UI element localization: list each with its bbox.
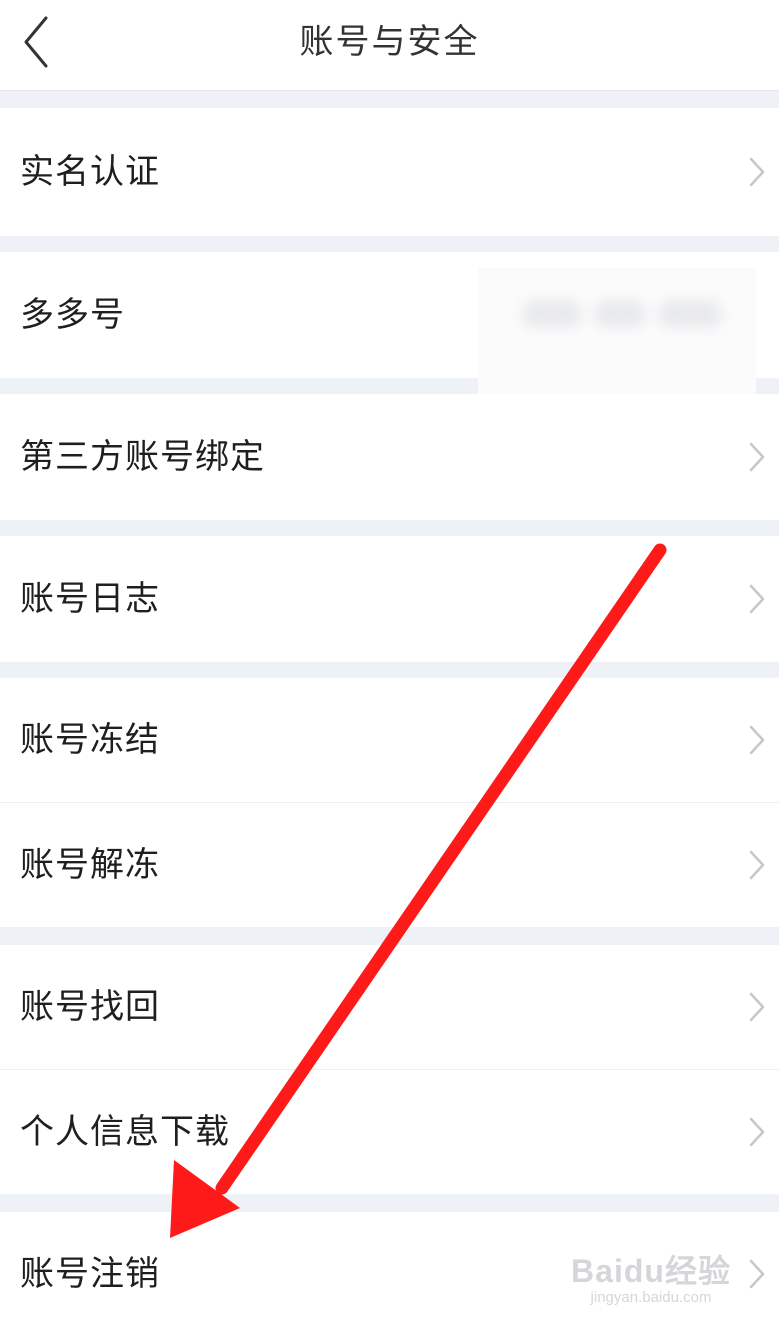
menu-item-real-name[interactable]: 实名认证 [0,108,779,236]
chevron-right-icon [749,1259,765,1289]
menu-item-third-party-binding[interactable]: 第三方账号绑定 [0,394,779,520]
menu-item-account-recovery[interactable]: 账号找回 [0,945,779,1069]
menu-item-label: 账号冻结 [20,720,160,760]
nav-header: 账号与安全 [0,0,779,91]
chevron-right-icon [749,725,765,755]
watermark-url: jingyan.baidu.com [590,1289,712,1306]
menu-item-label: 多多号 [20,295,125,335]
menu-item-label: 第三方账号绑定 [20,437,265,477]
page-title: 账号与安全 [299,22,480,62]
duoduo-id-value-blurred [478,268,756,414]
chevron-right-icon [749,584,765,614]
chevron-right-icon [749,850,765,880]
menu-item-account-log[interactable]: 账号日志 [0,536,779,662]
chevron-right-icon [749,442,765,472]
menu-item-account-unfreeze[interactable]: 账号解冻 [0,803,779,927]
watermark-brand: Baidu经验 [571,1253,731,1289]
baidu-watermark: Baidu经验 jingyan.baidu.com [571,1254,731,1308]
chevron-right-icon [749,157,765,187]
menu-item-label: 实名认证 [20,152,160,192]
menu-item-label: 个人信息下载 [20,1112,230,1152]
menu-item-personal-info-download[interactable]: 个人信息下载 [0,1070,779,1194]
menu-item-account-freeze[interactable]: 账号冻结 [0,678,779,802]
chevron-right-icon [749,992,765,1022]
menu-item-label: 账号注销 [20,1254,160,1294]
chevron-right-icon [749,1117,765,1147]
menu-item-label: 账号解冻 [20,845,160,885]
menu-item-label: 账号找回 [20,987,160,1027]
menu-item-label: 账号日志 [20,579,160,619]
